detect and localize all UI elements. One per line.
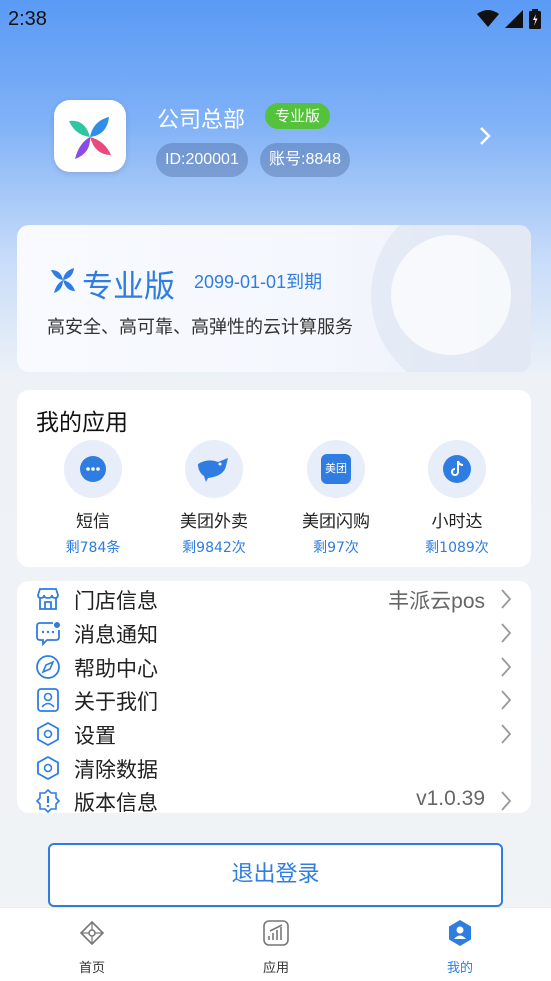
tab-home[interactable]: 首页 bbox=[52, 918, 132, 976]
home-icon bbox=[79, 920, 105, 946]
account-pill: 账号:8848 bbox=[260, 143, 351, 177]
chevron-right-icon bbox=[501, 690, 512, 710]
menu-item-help-center[interactable]: 帮助中心 bbox=[17, 650, 531, 684]
chevron-right-icon bbox=[501, 791, 512, 811]
status-icons bbox=[477, 9, 541, 29]
app-item-meituan-waimai[interactable]: 美团外卖 剩9842次 bbox=[159, 440, 269, 557]
tab-profile[interactable]: 我的 bbox=[420, 918, 500, 976]
edition-description: 高安全、高可靠、高弹性的云计算服务 bbox=[47, 317, 353, 338]
bottom-tab-bar: 首页 应用 我的 bbox=[0, 907, 551, 981]
meituan-waimai-icon bbox=[185, 440, 243, 498]
app-name: 美团闪购 bbox=[302, 512, 370, 532]
about-icon bbox=[37, 688, 59, 712]
battery-icon bbox=[529, 9, 541, 29]
status-time: 2:38 bbox=[8, 8, 47, 30]
edition-badge: 专业版 bbox=[265, 103, 331, 129]
clear-data-icon bbox=[37, 755, 59, 781]
settings-icon bbox=[37, 721, 59, 747]
app-name: 美团外卖 bbox=[180, 512, 248, 532]
tab-label: 首页 bbox=[78, 961, 105, 976]
chevron-right-icon bbox=[501, 657, 512, 677]
menu-label: 门店信息 bbox=[74, 589, 158, 613]
menu-label: 清除数据 bbox=[74, 758, 158, 782]
menu-label: 消息通知 bbox=[74, 623, 158, 647]
menu-item-about-us[interactable]: 关于我们 bbox=[17, 683, 531, 717]
store-icon bbox=[37, 588, 59, 610]
app-item-xiaoshida[interactable]: 小时达 剩1089次 bbox=[402, 440, 512, 557]
menu-label: 设置 bbox=[74, 724, 116, 748]
menu-item-version[interactable]: 版本信息 v1.0.39 bbox=[17, 784, 531, 818]
app-item-sms[interactable]: 短信 剩784条 bbox=[38, 440, 148, 557]
menu-item-store-info[interactable]: 门店信息 丰派云pos bbox=[17, 582, 531, 616]
company-id-pill: ID:200001 bbox=[156, 143, 248, 177]
app-name: 小时达 bbox=[431, 512, 483, 532]
menu-item-clear-data[interactable]: 清除数据 bbox=[17, 751, 531, 785]
apps-title: 我的应用 bbox=[36, 410, 128, 436]
tab-apps[interactable]: 应用 bbox=[236, 918, 316, 976]
chevron-right-icon bbox=[501, 623, 512, 643]
app-count: 剩9842次 bbox=[182, 540, 246, 556]
edition-expire: 2099-01-01到期 bbox=[194, 272, 323, 292]
wifi-icon bbox=[477, 10, 499, 27]
logout-button[interactable]: 退出登录 bbox=[48, 843, 503, 907]
help-icon bbox=[36, 655, 60, 679]
menu-label: 版本信息 bbox=[74, 791, 158, 815]
version-icon bbox=[35, 788, 61, 814]
app-count: 剩1089次 bbox=[425, 540, 489, 556]
status-bar: 2:38 bbox=[0, 0, 551, 40]
menu-label: 关于我们 bbox=[74, 690, 158, 714]
tiktok-icon bbox=[428, 440, 486, 498]
app-count: 剩784条 bbox=[65, 540, 121, 556]
edition-title: 专业版 bbox=[82, 269, 175, 305]
app-count: 剩97次 bbox=[313, 540, 359, 556]
app-item-meituan-shangou[interactable]: 美团 美团闪购 剩97次 bbox=[281, 440, 391, 557]
company-logo bbox=[54, 100, 126, 172]
menu-label: 帮助中心 bbox=[74, 657, 158, 681]
app-name: 短信 bbox=[76, 512, 110, 532]
apps-icon bbox=[263, 920, 289, 946]
tab-label: 我的 bbox=[446, 961, 473, 976]
profile-icon bbox=[449, 920, 471, 946]
menu-item-settings[interactable]: 设置 bbox=[17, 717, 531, 751]
company-logo-icon bbox=[69, 117, 111, 159]
company-name: 公司总部 bbox=[157, 108, 246, 133]
menu-item-notifications[interactable]: 消息通知 bbox=[17, 616, 531, 650]
message-icon bbox=[36, 622, 60, 646]
sms-icon bbox=[64, 440, 122, 498]
profile-chevron-icon[interactable] bbox=[478, 124, 492, 155]
meituan-shangou-icon: 美团 bbox=[307, 440, 365, 498]
meituan-logo-text: 美团 bbox=[321, 454, 351, 484]
chevron-right-icon bbox=[501, 589, 512, 609]
menu-value: v1.0.39 bbox=[416, 787, 485, 810]
menu-value: 丰派云pos bbox=[388, 590, 485, 613]
chevron-right-icon bbox=[501, 724, 512, 744]
signal-icon bbox=[505, 10, 523, 28]
edition-star-icon bbox=[47, 264, 79, 300]
tab-label: 应用 bbox=[262, 961, 289, 976]
